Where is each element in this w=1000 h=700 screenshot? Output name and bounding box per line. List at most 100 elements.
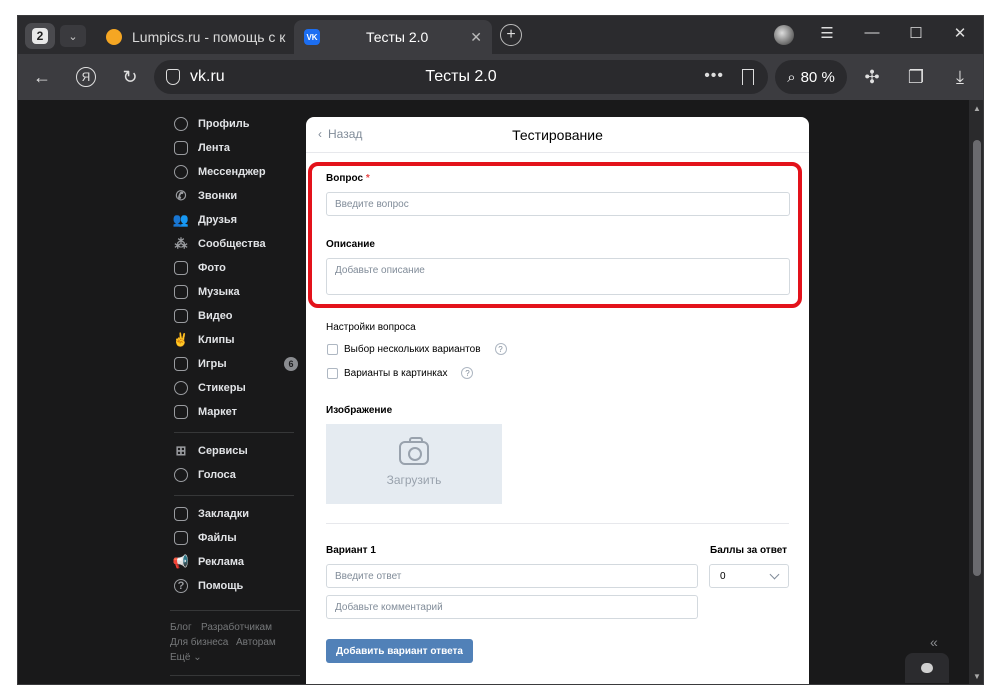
tab-count: 2: [32, 28, 48, 44]
sidebar-item-profile[interactable]: Профиль: [174, 114, 298, 134]
file-icon: [174, 531, 188, 545]
download-icon[interactable]: ⤓: [948, 65, 972, 89]
sidebar-item-feed[interactable]: Лента: [174, 138, 298, 158]
scroll-up-arrow-icon[interactable]: ▲: [973, 104, 981, 113]
tab-title: Lumpics.ru - помощь с ком: [132, 29, 286, 45]
sidebar-divider: [170, 610, 300, 611]
sidebar-item-communities[interactable]: ⁂ Сообщества: [174, 234, 298, 254]
sidebar-item-services[interactable]: ⊞ Сервисы: [174, 441, 298, 461]
close-tab-icon[interactable]: ✕: [470, 29, 482, 46]
card-header: ‹ Назад Тестирование: [306, 117, 809, 153]
image-upload-area[interactable]: Загрузить: [326, 424, 502, 504]
photo-icon: [174, 261, 188, 275]
description-textarea[interactable]: Добавьте описание: [326, 258, 790, 295]
sidebar-item-votes[interactable]: Голоса: [174, 465, 298, 485]
sidebar-item-label: Клипы: [198, 334, 235, 346]
footer-link-blog[interactable]: Блог: [170, 622, 192, 633]
more-dots-icon[interactable]: •••: [704, 67, 724, 85]
sidebar-item-clips[interactable]: ✌ Клипы: [173, 330, 298, 350]
close-window-icon[interactable]: ✕: [948, 24, 972, 42]
sidebar-item-bookmarks[interactable]: Закладки: [174, 504, 298, 524]
comment-input[interactable]: Добавьте комментарий: [326, 595, 698, 619]
question-input[interactable]: Введите вопрос: [326, 192, 790, 216]
sidebar-item-label: Фото: [198, 262, 226, 274]
address-bar[interactable]: Тесты 2.0 vk.ru •••: [154, 60, 768, 94]
tab-vk-tests[interactable]: VK Тесты 2.0 ✕: [294, 20, 492, 54]
tab-strip: 2 ⌄ Lumpics.ru - помощь с ком VK Тесты 2…: [18, 16, 983, 54]
grid-icon: ⊞: [175, 443, 187, 458]
collapse-chevrons-icon[interactable]: «: [930, 634, 938, 650]
sidebar-item-label: Игры: [198, 358, 227, 370]
image-label: Изображение: [326, 405, 393, 416]
help-circle-icon: ?: [174, 579, 188, 593]
sidebar-item-market[interactable]: Маркет: [174, 402, 298, 422]
points-select[interactable]: 0: [709, 564, 789, 588]
zoom-button[interactable]: ⌕ 80 %: [775, 60, 847, 94]
sidebar-item-music[interactable]: Музыка: [174, 282, 298, 302]
sidebar-item-games[interactable]: Игры 6: [174, 354, 298, 374]
sidebar-item-label: Друзья: [198, 214, 238, 226]
sidebar-item-label: Звонки: [198, 190, 238, 202]
footer-link-developers[interactable]: Разработчикам: [201, 622, 272, 633]
description-label: Описание: [326, 239, 375, 250]
sidebar-item-label: Музыка: [198, 286, 240, 298]
page-scrollbar[interactable]: ▲ ▼: [969, 100, 983, 684]
answer-input[interactable]: Введите ответ: [326, 564, 698, 588]
page-viewport: Профиль Лента Мессенджер ✆ Звонки 👥 Друзья…: [18, 100, 969, 684]
footer-link-business[interactable]: Для бизнеса: [170, 637, 228, 648]
friends-icon: 👥: [172, 212, 190, 227]
maximize-icon[interactable]: ☐: [904, 24, 928, 42]
chevron-down-icon[interactable]: ⌄: [60, 25, 86, 47]
add-variant-button[interactable]: Добавить вариант ответа: [326, 639, 473, 663]
footer-link-more[interactable]: Ещё ⌄: [170, 652, 202, 663]
page-title-display: Тесты 2.0: [425, 68, 497, 85]
tab-counter-button[interactable]: 2: [25, 23, 55, 49]
collections-icon[interactable]: ❐: [904, 65, 928, 89]
sidebar-item-messenger[interactable]: Мессенджер: [174, 162, 298, 182]
sidebar-item-label: Сервисы: [198, 445, 248, 457]
profile-avatar[interactable]: [774, 25, 794, 45]
sidebar-item-help[interactable]: ? Помощь: [174, 576, 298, 596]
scroll-down-arrow-icon[interactable]: ▼: [973, 672, 981, 681]
sidebar-divider: [170, 675, 300, 676]
reload-icon[interactable]: ↻: [118, 65, 142, 89]
required-asterisk: *: [365, 173, 370, 184]
minimize-icon[interactable]: —: [860, 24, 884, 41]
card-title: Тестирование: [512, 127, 603, 143]
sidebar-item-video[interactable]: Видео: [174, 306, 298, 326]
gamepad-icon: [174, 357, 188, 371]
sidebar-item-label: Помощь: [198, 580, 244, 592]
bookmark-icon[interactable]: [742, 69, 754, 85]
sidebar-item-label: Сообщества: [198, 238, 266, 250]
sidebar-item-calls[interactable]: ✆ Звонки: [174, 186, 298, 206]
image-variants-option[interactable]: Варианты в картинках ?: [327, 367, 474, 379]
help-icon[interactable]: ?: [461, 367, 474, 379]
image-variants-checkbox[interactable]: [327, 367, 338, 379]
new-tab-button[interactable]: +: [500, 24, 522, 46]
megaphone-icon: 📢: [172, 554, 190, 569]
help-icon[interactable]: ?: [494, 343, 507, 355]
sidebar-item-label: Файлы: [198, 532, 237, 544]
extensions-icon[interactable]: ✣: [860, 65, 884, 89]
multiple-choice-checkbox[interactable]: [327, 343, 338, 355]
yandex-icon[interactable]: Я: [76, 67, 96, 87]
phone-icon: ✆: [175, 188, 187, 203]
sidebar-item-friends[interactable]: 👥 Друзья: [172, 210, 298, 230]
tab-lumpics[interactable]: Lumpics.ru - помощь с ком: [96, 20, 296, 54]
chat-button[interactable]: [905, 653, 949, 683]
sidebar-item-label: Реклама: [198, 556, 245, 568]
sidebar-item-stickers[interactable]: Стикеры: [174, 378, 298, 398]
sidebar-item-photo[interactable]: Фото: [174, 258, 298, 278]
sidebar-item-files[interactable]: Файлы: [174, 528, 298, 548]
scroll-thumb[interactable]: [973, 140, 981, 576]
sidebar-item-label: Стикеры: [198, 382, 246, 394]
multiple-choice-option[interactable]: Выбор нескольких вариантов ?: [327, 343, 507, 355]
games-count-badge: 6: [284, 357, 298, 371]
back-arrow-icon[interactable]: ←: [30, 65, 54, 89]
upload-label: Загрузить: [386, 473, 442, 487]
zoom-search-icon: ⌕: [787, 68, 796, 86]
menu-icon[interactable]: ☰: [815, 24, 839, 42]
footer-link-authors[interactable]: Авторам: [236, 637, 276, 648]
sidebar-item-ads[interactable]: 📢 Реклама: [172, 552, 298, 572]
variant-label: Вариант 1: [326, 545, 376, 556]
